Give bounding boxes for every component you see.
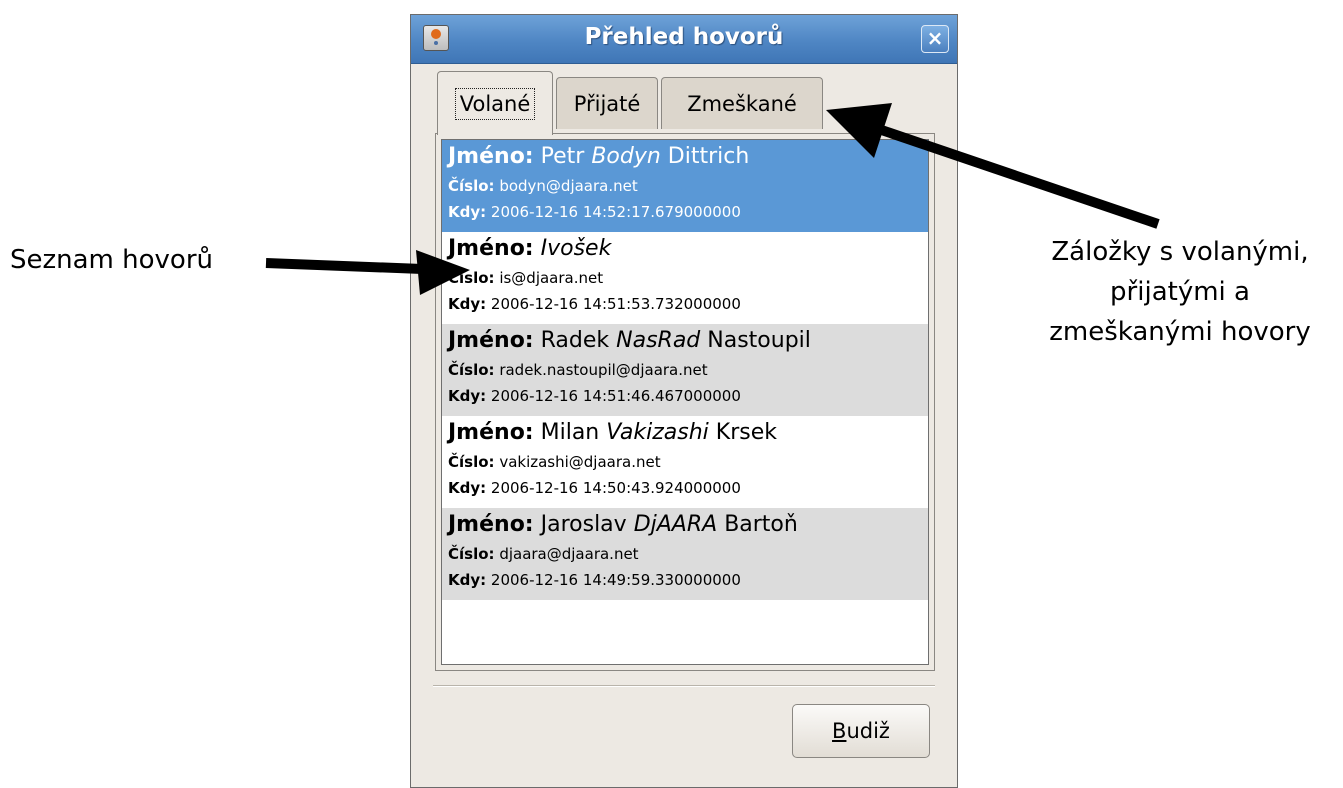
arrow-right-head <box>826 103 892 158</box>
tab-label: Volané <box>454 87 536 120</box>
annotation-arrows <box>265 103 1160 295</box>
arrow-right-shaft <box>856 117 1160 229</box>
tab-volane[interactable]: Volané <box>437 71 553 135</box>
arrow-left-head <box>416 250 470 295</box>
